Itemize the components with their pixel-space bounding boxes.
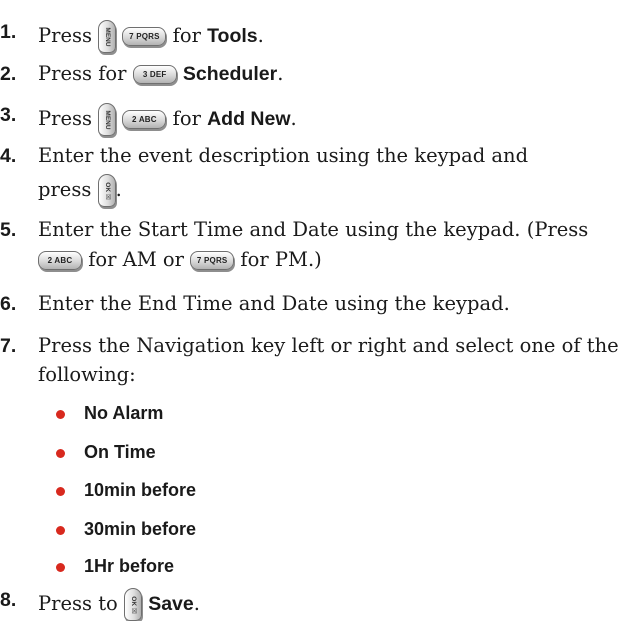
step-text-line-1: Press the Navigation key left or right a… bbox=[38, 334, 619, 357]
step-8-prefix: Press to bbox=[38, 592, 118, 615]
step-2-prefix: Press for bbox=[38, 62, 127, 85]
bullet-icon bbox=[56, 449, 65, 458]
7-pqrs-key-icon: 7 PQRS bbox=[122, 27, 167, 46]
ok-icon: OK ☒ bbox=[123, 588, 142, 621]
step-1-middle: for bbox=[172, 24, 201, 47]
step-8-target: Save bbox=[148, 593, 194, 615]
option-label: 1Hr before bbox=[84, 556, 175, 576]
ok-icon: OK ☒ bbox=[97, 174, 116, 207]
menu-icon: MENU bbox=[98, 20, 117, 53]
option-label: 30min before bbox=[84, 519, 197, 539]
step-number: 3. bbox=[0, 104, 17, 126]
bullet-icon bbox=[56, 487, 65, 496]
menu-icon: MENU bbox=[98, 103, 117, 136]
2-abc-key-label: 2 ABC bbox=[38, 251, 82, 270]
step-1-target: Tools bbox=[207, 25, 258, 47]
2-abc-key-icon: 2 ABC bbox=[122, 110, 167, 129]
step-5-pm-text: for PM.) bbox=[240, 248, 322, 271]
2-abc-key-label: 2 ABC bbox=[122, 110, 167, 129]
step-8-end: . bbox=[193, 592, 200, 615]
step-text: Press MENU 7 PQRS for Tools. bbox=[38, 20, 264, 53]
step-3-middle: for bbox=[172, 107, 201, 130]
step-3-target: Add New bbox=[207, 108, 291, 130]
3-def-key-icon: 3 DEF bbox=[132, 65, 177, 84]
bullet-icon bbox=[56, 526, 65, 535]
instruction-document: 1. Press MENU 7 PQRS for Tools. 2. Press… bbox=[0, 0, 629, 621]
step-text: Press to OK ☒ Save. bbox=[38, 588, 200, 621]
step-text: Press for 3 DEF Scheduler. bbox=[38, 62, 283, 86]
step-3-prefix: Press bbox=[38, 107, 92, 130]
menu-key-label: MENU bbox=[104, 109, 112, 130]
ok-key-label: OK ☒ bbox=[103, 181, 111, 200]
step-text-line-2: press OK ☒. bbox=[38, 174, 122, 207]
step-number: 6. bbox=[0, 293, 17, 315]
step-text-line-2: 2 ABC for AM or 7 PQRS for PM.) bbox=[38, 248, 322, 272]
option-label: No Alarm bbox=[84, 403, 164, 423]
step-2-end: . bbox=[277, 62, 284, 85]
step-3-end: . bbox=[290, 107, 297, 130]
step-5-am-text: for AM or bbox=[88, 248, 184, 271]
3-def-key-label: 3 DEF bbox=[132, 65, 177, 84]
bullet-icon bbox=[56, 563, 65, 572]
step-number: 5. bbox=[0, 219, 17, 241]
bullet-icon bbox=[56, 410, 65, 419]
step-number: 4. bbox=[0, 145, 17, 167]
step-text: Enter the End Time and Date using the ke… bbox=[38, 292, 510, 315]
step-text-line-2: following: bbox=[38, 363, 136, 386]
7-pqrs-key-label: 7 PQRS bbox=[122, 27, 167, 46]
option-label: On Time bbox=[84, 442, 156, 462]
step-1-end: . bbox=[257, 24, 264, 47]
step-number: 8. bbox=[0, 589, 17, 611]
step-2-target: Scheduler bbox=[182, 63, 278, 85]
step-text-line-1: Enter the event description using the ke… bbox=[38, 144, 529, 167]
7-pqrs-key-label: 7 PQRS bbox=[190, 251, 235, 270]
step-text: Press MENU 2 ABC for Add New. bbox=[38, 103, 297, 136]
step-number: 1. bbox=[0, 21, 17, 43]
ok-key-label: OK ☒ bbox=[129, 595, 137, 614]
step-number: 2. bbox=[0, 63, 17, 85]
step-1-prefix: Press bbox=[38, 24, 92, 47]
option-label: 10min before bbox=[84, 480, 197, 500]
7-pqrs-key-icon: 7 PQRS bbox=[190, 251, 235, 270]
2-abc-key-icon: 2 ABC bbox=[38, 251, 82, 270]
step-text-line-1: Enter the Start Time and Date using the … bbox=[38, 218, 589, 241]
step-number: 7. bbox=[0, 335, 17, 357]
step-4-prefix: press bbox=[38, 178, 92, 201]
menu-key-label: MENU bbox=[104, 26, 112, 47]
